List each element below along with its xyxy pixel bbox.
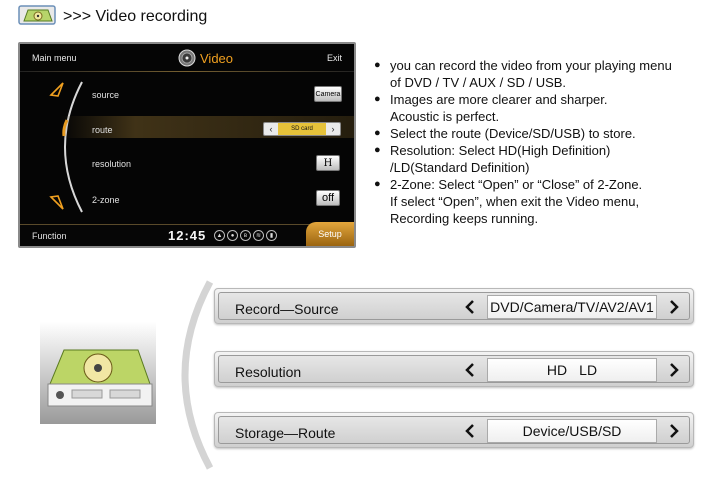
record-source-label: Record—Source	[235, 301, 339, 317]
navigation-icon: ▲	[214, 230, 225, 241]
source-value-button[interactable]: Camera	[314, 86, 342, 102]
source-label: source	[92, 90, 120, 100]
scroll-arc	[62, 81, 83, 213]
resolution-ld[interactable]: LD	[579, 362, 597, 378]
status-icons: ▲ ● ʙ ≋ ▮	[214, 230, 277, 241]
storage-route-label: Storage—Route	[235, 425, 336, 441]
record-source-prev-icon[interactable]	[459, 295, 481, 319]
bullet-continuation: Recording keeps running.	[390, 211, 539, 226]
screen-bottom-bar: Function 12:45 ▲ ● ʙ ≋ ▮	[20, 224, 354, 246]
bullet-item: 2-Zone: Select “Open” or “Close” of 2-Zo…	[374, 176, 719, 193]
route-prev-icon[interactable]: ‹	[264, 124, 278, 134]
resolution-option-label: Resolution	[235, 364, 302, 380]
two-zone-label: 2-zone	[92, 195, 120, 205]
bullet-item: Resolution: Select HD(High Definition)	[374, 142, 719, 159]
bullet-continuation: of DVD / TV / AUX / SD / USB.	[390, 75, 567, 90]
arrow-up-icon[interactable]	[48, 80, 66, 98]
bullet-continuation: Acoustic is perfect.	[390, 109, 500, 124]
bullet-continuation: /LD(Standard Definition)	[390, 160, 530, 175]
resolution-next-icon[interactable]	[663, 358, 685, 382]
clock-time: 12:45	[168, 228, 207, 243]
route-selector[interactable]: ‹ SD card ›	[263, 122, 341, 136]
two-zone-value-button[interactable]: off	[316, 190, 340, 206]
storage-route-value: Device/USB/SD	[487, 419, 657, 443]
record-icon: ●	[227, 230, 238, 241]
signal-icon: ▮	[266, 230, 277, 241]
resolution-hd[interactable]: HD	[547, 362, 567, 378]
screen-title-text: Video	[200, 50, 234, 66]
video-menu-screen: Main menu Video Exit source Camera route…	[18, 42, 356, 248]
record-source-value: DVD/Camera/TV/AV2/AV1	[487, 295, 657, 319]
record-source-inner: Record—Source DVD/Camera/TV/AV2/AV1	[218, 292, 690, 320]
bullet-item: Select the route (Device/SD/USB) to stor…	[374, 125, 719, 142]
screen-top-bar: Main menu Video Exit	[20, 44, 354, 70]
bullet-continuation: If select “Open”, when exit the Video me…	[390, 194, 640, 209]
resolution-value-button[interactable]: H	[316, 155, 340, 171]
record-source-option: Record—Source DVD/Camera/TV/AV2/AV1	[214, 288, 694, 324]
resolution-option: Resolution HD LD	[214, 351, 694, 387]
bullet-item: Images are more clearer and sharper.	[374, 91, 719, 108]
arrow-down-icon[interactable]	[48, 194, 66, 212]
bluetooth-icon: ʙ	[240, 230, 251, 241]
resolution-prev-icon[interactable]	[459, 358, 481, 382]
route-value: SD card	[278, 123, 326, 135]
main-menu-button[interactable]: Main menu	[32, 53, 77, 63]
decorative-arc	[181, 280, 214, 470]
video-disc-icon	[178, 49, 196, 67]
route-next-icon[interactable]: ›	[326, 124, 340, 134]
resolution-inner: Resolution HD LD	[218, 355, 690, 383]
feature-list: you can record the video from your playi…	[374, 57, 719, 227]
resolution-option-value: HD LD	[487, 358, 657, 382]
page-title: >>> Video recording	[63, 8, 208, 25]
storage-route-inner: Storage—Route Device/USB/SD	[218, 416, 690, 444]
wifi-icon: ≋	[253, 230, 264, 241]
dvd-recorder-icon	[18, 5, 56, 25]
bullet-item: you can record the video from your playi…	[374, 57, 719, 74]
storage-route-option: Storage—Route Device/USB/SD	[214, 412, 694, 448]
setup-tab[interactable]: Setup	[306, 222, 354, 246]
record-source-next-icon[interactable]	[663, 295, 685, 319]
function-button[interactable]: Function	[32, 231, 67, 241]
screen-title: Video	[178, 48, 233, 68]
storage-route-prev-icon[interactable]	[459, 419, 481, 443]
dvr-card-image	[40, 322, 156, 424]
route-label: route	[92, 125, 113, 135]
resolution-label: resolution	[92, 159, 132, 169]
storage-route-next-icon[interactable]	[663, 419, 685, 443]
exit-button[interactable]: Exit	[327, 53, 342, 63]
